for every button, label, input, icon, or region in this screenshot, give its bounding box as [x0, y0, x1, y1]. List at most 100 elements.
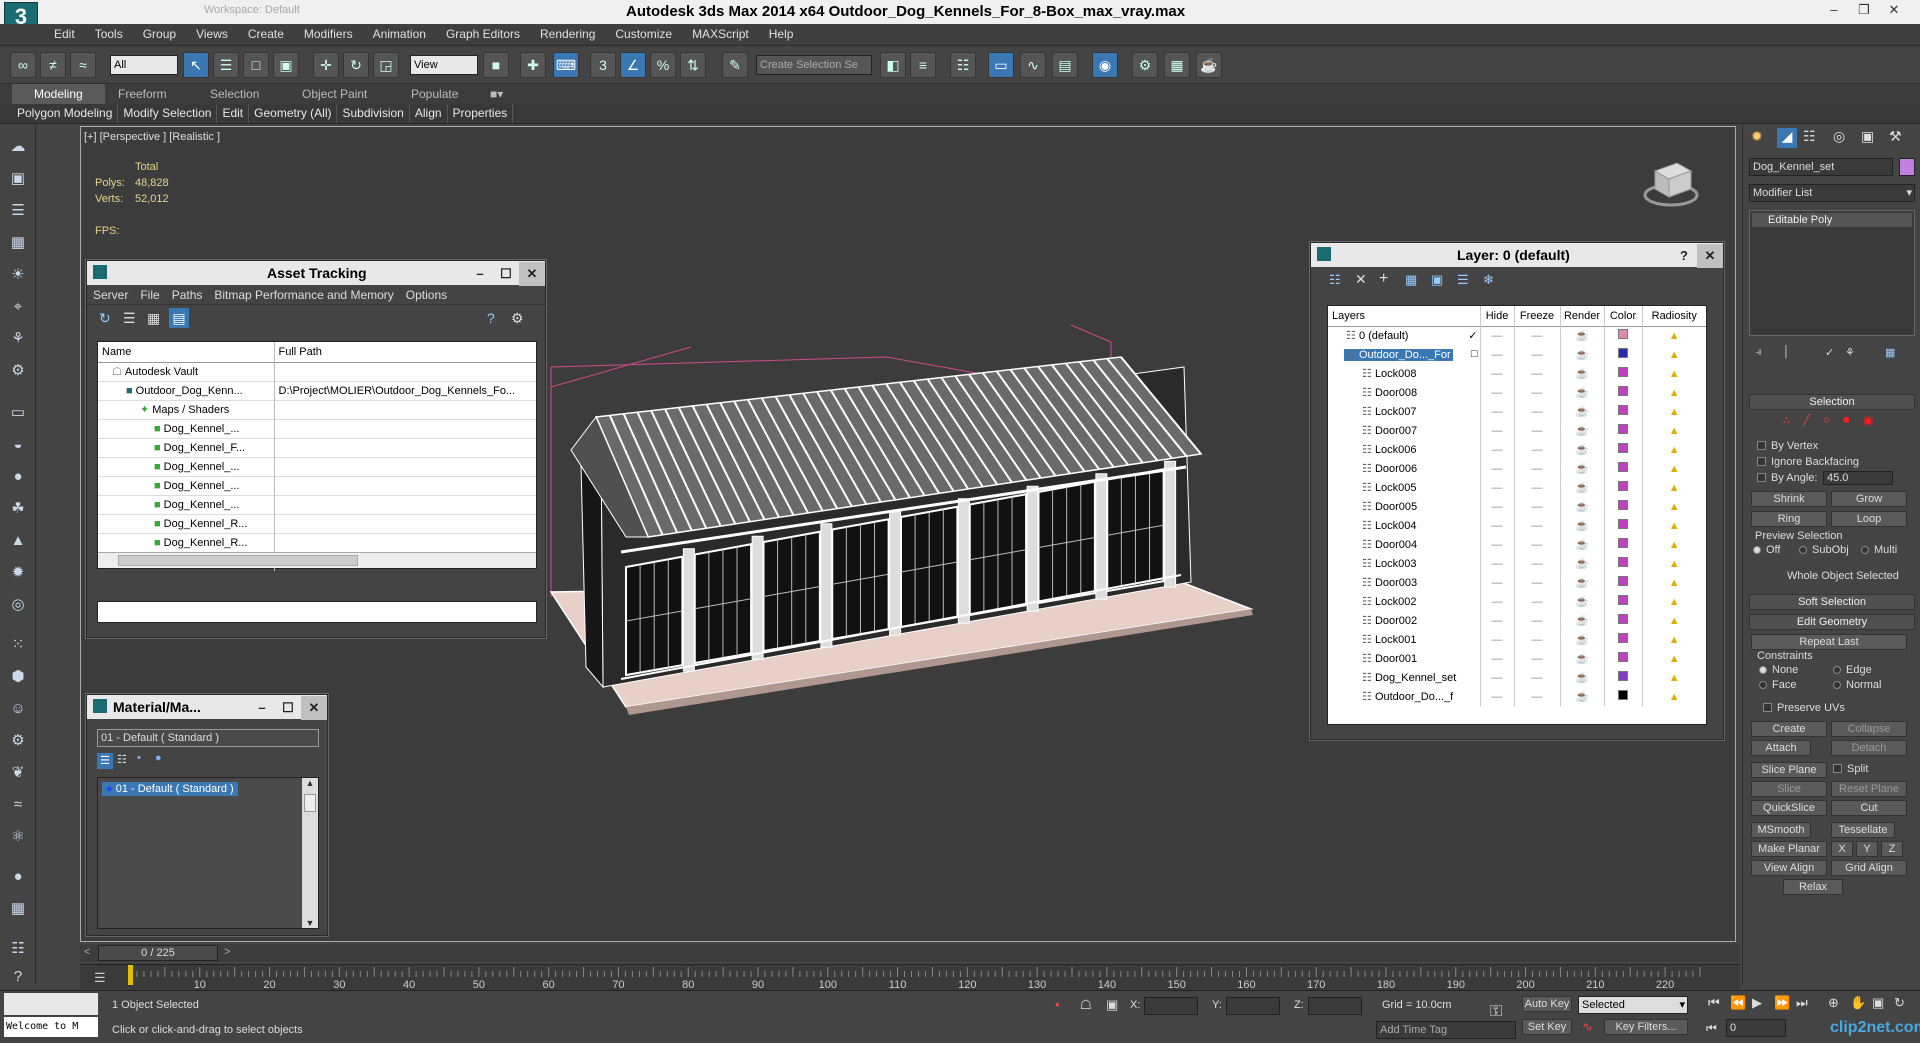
- camera-icon[interactable]: ⌖: [5, 294, 31, 320]
- modify-tab-icon[interactable]: ◢: [1777, 128, 1797, 148]
- delete-layer-icon[interactable]: ✕: [1355, 271, 1367, 288]
- ribbon-options-icon[interactable]: ■▾: [490, 87, 503, 101]
- absolute-mode-icon[interactable]: ▣: [1106, 997, 1118, 1013]
- layer-manager-icon[interactable]: ☷: [950, 52, 976, 78]
- grid-align-button[interactable]: Grid Align: [1831, 860, 1907, 876]
- close-icon[interactable]: ✕: [1880, 0, 1908, 22]
- collapse-button[interactable]: Collapse: [1831, 721, 1907, 737]
- key-mode-dropdown[interactable]: Selected ▾: [1578, 996, 1688, 1014]
- radiosity-icon[interactable]: ▲: [1642, 649, 1706, 668]
- create-tab-icon[interactable]: ✹: [1751, 128, 1763, 145]
- radiosity-icon[interactable]: ▲: [1642, 497, 1706, 516]
- preview-off-radio[interactable]: Off: [1753, 544, 1780, 556]
- show-end-result-icon[interactable]: │: [1783, 346, 1790, 358]
- configure-sets-icon[interactable]: ▦: [1885, 346, 1895, 359]
- menu-customize[interactable]: Customize: [605, 24, 682, 45]
- stack-item-editable-poly[interactable]: Editable Poly: [1752, 213, 1912, 227]
- polygon-mode-icon[interactable]: ■: [1843, 414, 1850, 426]
- help-icon[interactable]: ?: [487, 310, 495, 326]
- angle-snap-icon[interactable]: ∠: [620, 52, 646, 78]
- ignore-backfacing-checkbox[interactable]: Ignore Backfacing: [1757, 456, 1859, 468]
- col-full-path[interactable]: Full Path: [274, 342, 536, 362]
- set-key-button[interactable]: Set Key: [1522, 1019, 1572, 1035]
- planar-y-button[interactable]: Y: [1856, 841, 1878, 857]
- next-frame-icon[interactable]: >: [224, 946, 230, 958]
- render-teapot-icon[interactable]: ☕: [1560, 687, 1605, 706]
- layer-row[interactable]: ☷ Lock003— — ☕ ▲: [1328, 554, 1706, 573]
- asset-row[interactable]: ■ Dog_Kennel_...: [98, 419, 536, 438]
- asset-row[interactable]: ■ Dog_Kennel_R...: [98, 533, 536, 552]
- freeze-toggle[interactable]: —: [1514, 516, 1561, 535]
- hide-toggle[interactable]: —: [1480, 497, 1515, 516]
- layer-color-swatch[interactable]: [1604, 497, 1643, 516]
- modifier-list-dropdown[interactable]: Modifier List ▾: [1749, 184, 1915, 202]
- scroll-thumb[interactable]: [304, 794, 316, 812]
- col-name[interactable]: Name: [98, 342, 275, 362]
- freeze-toggle[interactable]: —: [1514, 326, 1561, 345]
- helper-icon[interactable]: ⚘: [5, 326, 31, 352]
- menu-maxscript[interactable]: MAXScript: [682, 24, 759, 45]
- by-vertex-checkbox[interactable]: By Vertex: [1757, 440, 1818, 452]
- hide-toggle[interactable]: —: [1480, 611, 1515, 630]
- tab-selection[interactable]: Selection: [210, 87, 259, 101]
- close-icon[interactable]: ✕: [519, 262, 545, 286]
- rendered-frame-window-icon[interactable]: ▦: [1164, 52, 1190, 78]
- freeze-all-icon[interactable]: ❄: [1483, 272, 1494, 288]
- layer-row[interactable]: ☷ Lock002— — ☕ ▲: [1328, 592, 1706, 611]
- hide-toggle[interactable]: —: [1480, 516, 1515, 535]
- col-layers[interactable]: Layers: [1328, 306, 1481, 326]
- hide-toggle[interactable]: —: [1480, 364, 1515, 383]
- select-by-name-icon[interactable]: ☰: [213, 52, 239, 78]
- preview-subobj-radio[interactable]: SubObj: [1799, 544, 1849, 556]
- render-teapot-icon[interactable]: ☕: [1560, 554, 1605, 573]
- radiosity-icon[interactable]: ▲: [1642, 516, 1706, 535]
- asset-row[interactable]: ■ Dog_Kennel_...: [98, 495, 536, 514]
- torus-icon[interactable]: ◎: [5, 592, 31, 618]
- select-manipulate-icon[interactable]: ✚: [520, 52, 546, 78]
- add-time-tag[interactable]: Add Time Tag: [1376, 1021, 1516, 1039]
- freeze-toggle[interactable]: —: [1514, 383, 1561, 402]
- track-bar[interactable]: 10 20 30 40 50 60 70 80 90 100 110 120 130 140 150 160 1…: [80, 964, 1740, 991]
- freeze-toggle[interactable]: —: [1514, 497, 1561, 516]
- named-selection-set-dropdown[interactable]: Create Selection Se: [756, 55, 872, 75]
- schematic-view-icon[interactable]: ▤: [1052, 52, 1078, 78]
- asset-row[interactable]: ✦ Maps / Shaders: [98, 400, 536, 419]
- by-angle-checkbox[interactable]: By Angle:: [1757, 472, 1817, 484]
- hide-toggle[interactable]: —: [1480, 592, 1515, 611]
- freeze-toggle[interactable]: —: [1514, 478, 1561, 497]
- sphere-icon[interactable]: ●: [5, 464, 31, 490]
- freeze-toggle[interactable]: —: [1514, 630, 1561, 649]
- slice-plane-button[interactable]: Slice Plane: [1751, 762, 1827, 778]
- hide-toggle[interactable]: —: [1480, 649, 1515, 668]
- group-polygon-modeling[interactable]: Polygon Modeling: [12, 104, 119, 123]
- loop-button[interactable]: Loop: [1831, 511, 1907, 527]
- close-icon[interactable]: ✕: [1697, 244, 1723, 268]
- radiosity-icon[interactable]: ▲: [1642, 383, 1706, 402]
- layer-color-swatch[interactable]: [1604, 516, 1643, 535]
- utilities-tab-icon[interactable]: ⚒: [1889, 128, 1902, 145]
- radiosity-icon[interactable]: ▲: [1642, 364, 1706, 383]
- z-coordinate-field[interactable]: [1308, 997, 1362, 1015]
- scroll-thumb[interactable]: [118, 555, 358, 566]
- detach-button[interactable]: Detach: [1831, 740, 1907, 756]
- menu-options[interactable]: Options: [400, 285, 453, 305]
- menu-tools[interactable]: Tools: [85, 24, 133, 45]
- make-unique-icon[interactable]: ✓: [1825, 346, 1834, 359]
- go-to-start-icon[interactable]: ⏮: [1708, 995, 1720, 1011]
- freeze-toggle[interactable]: —: [1514, 573, 1561, 592]
- planar-z-button[interactable]: Z: [1881, 841, 1903, 857]
- repeat-last-button[interactable]: Repeat Last: [1751, 634, 1907, 650]
- edge-mode-icon[interactable]: ╱: [1803, 414, 1810, 427]
- settings-icon[interactable]: ⚙: [511, 310, 524, 327]
- col-radiosity[interactable]: Radiosity: [1642, 306, 1706, 326]
- gear-icon[interactable]: ⚙: [5, 728, 31, 754]
- next-key-icon[interactable]: ⏩: [1774, 995, 1790, 1011]
- menu-animation[interactable]: Animation: [363, 24, 436, 45]
- render-teapot-icon[interactable]: ☕: [1560, 345, 1605, 364]
- layer-color-swatch[interactable]: [1604, 326, 1643, 345]
- hide-toggle[interactable]: —: [1480, 535, 1515, 554]
- radiosity-icon[interactable]: ▲: [1642, 554, 1706, 573]
- render-teapot-icon[interactable]: ☕: [1560, 402, 1605, 421]
- hide-toggle[interactable]: —: [1480, 440, 1515, 459]
- selection-filter-dropdown[interactable]: All: [110, 55, 178, 75]
